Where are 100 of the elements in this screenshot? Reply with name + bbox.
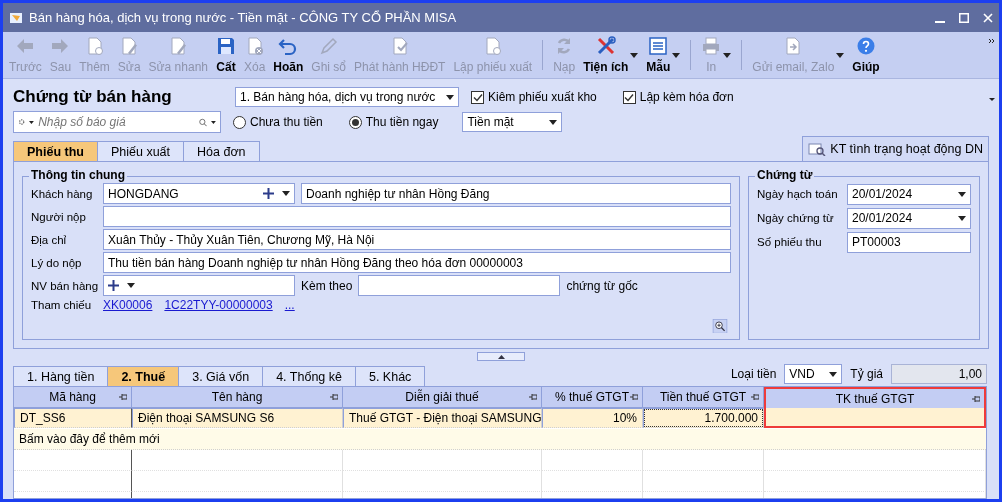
document-edit-icon <box>168 36 189 56</box>
close-icon[interactable] <box>983 12 993 23</box>
field-label: Lý do nộp <box>31 256 83 269</box>
caret-icon <box>958 215 966 221</box>
collapse-icon <box>497 354 505 359</box>
tab[interactable]: 4. Thống kê <box>262 366 356 386</box>
toolbar-button[interactable]: Hoãn <box>269 33 308 77</box>
tab[interactable]: Phiếu xuất <box>96 141 185 161</box>
caret-icon <box>446 94 454 100</box>
caret-icon <box>829 371 838 377</box>
document-edit-icon <box>119 36 140 56</box>
tools-icon <box>595 36 616 56</box>
date-field[interactable]: 20/01/2024 <box>847 207 971 229</box>
table-cell: Thuế GTGT - Điện thoại SAMSUNG <box>343 408 542 428</box>
caret-icon <box>29 119 35 125</box>
add-icon[interactable] <box>263 188 274 199</box>
dropdown-caret-icon <box>630 52 639 58</box>
table-cell: 10% <box>542 408 643 428</box>
tab[interactable]: Phiếu thu <box>13 141 98 161</box>
add-icon[interactable] <box>108 280 119 291</box>
field-label: Ngày chứng từ <box>757 212 835 224</box>
field-label: Loại tiền <box>730 367 777 381</box>
check-status-button[interactable]: KT tình trạng hoạt động DN <box>802 136 989 161</box>
reference-link[interactable]: XK00006 <box>103 298 153 313</box>
checkmark-icon <box>624 92 635 102</box>
payment-select[interactable]: Tiền mặt <box>462 112 563 132</box>
group-title: Thông tin chung <box>29 168 127 182</box>
checkbox-label: Kiêm phiếu xuất kho <box>488 90 597 104</box>
field-label: Tham chiếu <box>31 299 93 312</box>
field-label: Tỷ giá <box>850 367 883 381</box>
toolbar-button[interactable]: Cất <box>212 33 240 77</box>
checkbox[interactable] <box>622 90 636 104</box>
dropdown-caret-icon <box>723 52 732 58</box>
pin-icon[interactable] <box>751 393 759 401</box>
app-icon <box>9 10 23 25</box>
column-header[interactable]: % thuế GTGT <box>542 387 643 408</box>
arrow-right-icon <box>50 36 71 56</box>
maximize-icon[interactable] <box>959 12 969 23</box>
field-label: Số phiếu thu <box>757 236 823 248</box>
window-title: Bán hàng hóa, dịch vụ trong nước - Tiền mặt - CÔNG TY CỔ PHẦN MISA <box>29 10 458 25</box>
radio-label: Chưa thu tiền <box>250 115 323 129</box>
column-header[interactable]: Tên hàng <box>132 387 343 408</box>
search-input[interactable]: Nhập số báo giá <box>38 115 196 129</box>
reference-link[interactable]: ... <box>284 298 295 313</box>
save-icon <box>216 36 236 56</box>
customer-name-field[interactable]: Doanh nghiệp tư nhân Hồng Đăng <box>301 183 731 204</box>
toolbar-button[interactable]: Giúp <box>848 33 884 77</box>
quote-search-field[interactable]: Nhập số báo giá <box>13 111 221 133</box>
tab[interactable]: 5. Khác <box>354 366 426 386</box>
attachment-field[interactable] <box>358 275 561 296</box>
radio-button[interactable] <box>348 115 362 129</box>
field-label: Người nộp <box>31 210 87 223</box>
overflow-icon[interactable] <box>988 38 996 104</box>
checkbox[interactable] <box>471 90 484 104</box>
pin-icon[interactable] <box>630 393 638 401</box>
date-field[interactable]: 20/01/2024 <box>847 183 971 205</box>
column-header[interactable]: Mã hàng <box>14 387 132 408</box>
radio-button[interactable] <box>233 115 246 129</box>
column-header[interactable]: TK thuế GTGT <box>764 387 986 408</box>
field-label: Ngày hạch toán <box>757 188 839 200</box>
caret-icon <box>211 119 216 125</box>
tab[interactable]: 3. Giá vốn <box>178 366 264 386</box>
input-field[interactable]: Xuân Thủy - Thủy Xuân Tiên, Chương Mỹ, Hà Nội <box>103 229 731 250</box>
input-field[interactable] <box>103 206 731 227</box>
checkbox-label: Lập kèm hóa đơn <box>639 90 734 104</box>
exchange-rate-field[interactable]: 1,00 <box>891 364 987 384</box>
table-cell: DT_SS6 <box>14 408 132 428</box>
tab[interactable]: 1. Hàng tiền <box>13 366 109 386</box>
tab[interactable]: Hóa đơn <box>183 141 260 161</box>
toolbar-button[interactable]: Tiện ích <box>579 33 643 77</box>
list-icon <box>648 36 669 56</box>
type-select[interactable]: 1. Bán hàng hóa, dịch vụ trong nước <box>235 87 459 107</box>
customer-code-field[interactable]: HONGDANG <box>103 183 295 204</box>
field-label: Địa chỉ <box>31 233 68 246</box>
dropdown-caret-icon <box>672 52 681 58</box>
pencil-icon <box>318 36 339 56</box>
field-label: NV bán hàng <box>31 279 97 292</box>
table-cell: 1.700.000 <box>643 408 764 428</box>
field-label: Khách hàng <box>31 187 94 200</box>
dropdown-caret-icon <box>836 52 845 58</box>
pin-icon[interactable] <box>972 395 980 403</box>
add-row-link[interactable]: Bấm vào đây để thêm mới <box>19 432 160 446</box>
splitter-handle[interactable] <box>477 352 525 361</box>
currency-select[interactable]: VND <box>784 364 843 384</box>
pin-icon[interactable] <box>119 393 127 401</box>
caret-icon <box>958 191 966 197</box>
input-field[interactable]: Thu tiền bán hàng Doanh nghiệp tư nhân Hồng Đăng theo hóa đơn 00000003 <box>103 252 731 273</box>
column-header[interactable]: Diễn giải thuế <box>343 387 542 408</box>
caret-icon <box>127 283 135 288</box>
input-field[interactable]: PT00003 <box>847 231 971 253</box>
tab[interactable]: 2. Thuế <box>107 366 180 386</box>
pin-icon[interactable] <box>529 393 537 401</box>
reference-link[interactable]: 1C22TYY-00000003 <box>164 298 273 313</box>
field-label: chứng từ gốc <box>566 278 638 293</box>
column-header[interactable]: Tiền thuế GTGT <box>643 387 764 408</box>
zoom-in-icon[interactable] <box>709 318 731 333</box>
pin-icon[interactable] <box>330 393 338 401</box>
staff-field[interactable] <box>103 275 295 296</box>
toolbar-button[interactable]: Mẫu <box>642 33 685 77</box>
caret-icon <box>549 119 558 125</box>
